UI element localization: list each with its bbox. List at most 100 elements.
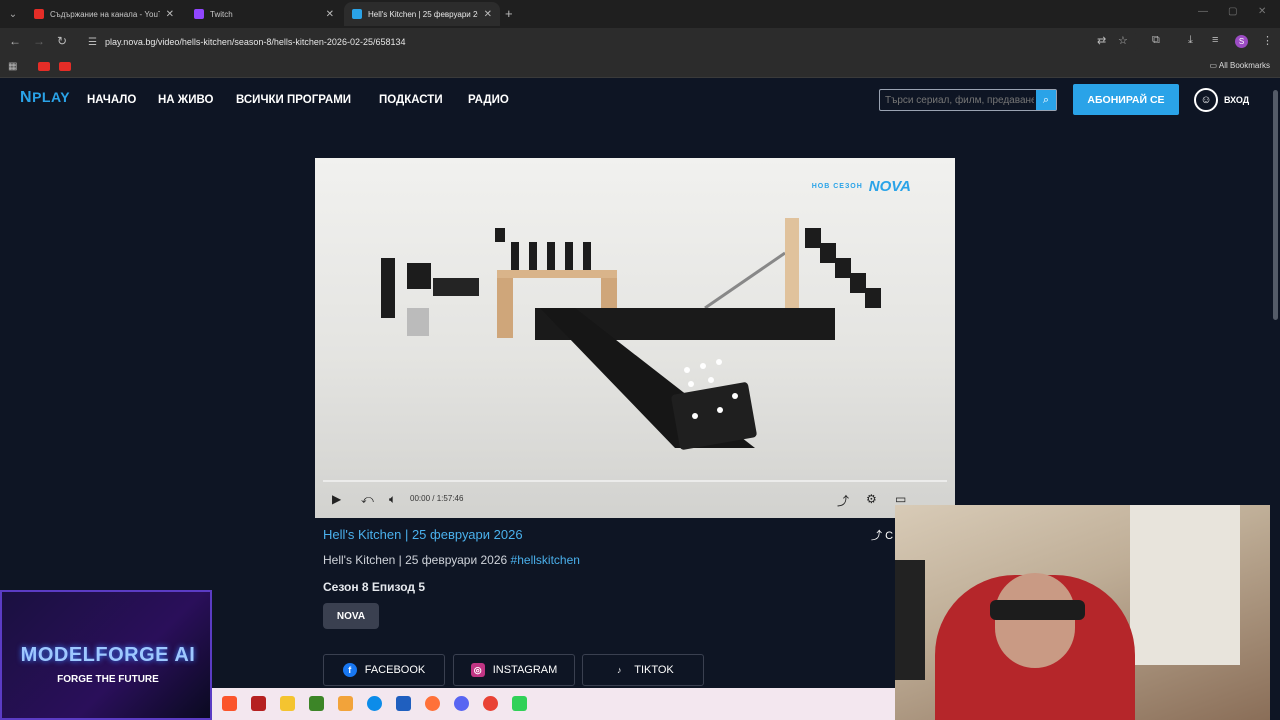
nav-podcasts[interactable]: ПОДКАСТИ	[379, 94, 443, 106]
close-icon[interactable]: ✕	[166, 9, 174, 20]
tiktok-button[interactable]: ♪ TIKTOK	[582, 654, 704, 686]
progress-bar[interactable]	[323, 480, 947, 482]
address-bar-row: ← → ↻ ☰ play.nova.bg/video/hells-kitchen…	[0, 28, 1280, 56]
nav-home[interactable]: НАЧАЛО	[87, 94, 136, 106]
site-info-icon[interactable]: ☰	[88, 37, 97, 48]
more-menu-icon[interactable]: ⋮	[1262, 34, 1273, 47]
webcam-vr-headset	[990, 600, 1085, 620]
time-display: 00:00 / 1:57:46	[410, 494, 463, 503]
search-input[interactable]	[880, 90, 1036, 110]
channel-badge: НОВ СЕЗОН NOVA	[812, 178, 911, 195]
tiktok-icon: ♪	[616, 665, 622, 675]
youtube-icon	[34, 9, 44, 19]
tab-title: Съдържание на канала - YouTube	[50, 9, 160, 19]
site-header: NPLAY НАЧАЛО НА ЖИВО ВСИЧКИ ПРОГРАМИ ПОД…	[0, 80, 1270, 122]
tiktok-label: TIKTOK	[634, 664, 674, 676]
share-icon[interactable]: ⤴	[837, 492, 849, 509]
nav-all-programs[interactable]: ВСИЧКИ ПРОГРАМИ	[236, 94, 351, 106]
rewind-icon[interactable]: ⤺	[361, 492, 374, 507]
chrome-icon[interactable]	[483, 696, 498, 711]
translate-icon[interactable]: ⇄	[1097, 34, 1106, 47]
omnibox[interactable]: ☰ play.nova.bg/video/hells-kitchen/seaso…	[80, 32, 1140, 52]
file-explorer-icon[interactable]	[280, 696, 295, 711]
instagram-button[interactable]: ◎ INSTAGRAM	[453, 654, 575, 686]
maximize-icon[interactable]: ▢	[1228, 6, 1237, 17]
facebook-icon: f	[342, 663, 357, 677]
scrollbar-thumb[interactable]	[1273, 90, 1278, 320]
promo-title: MODELFORGE AI	[20, 644, 196, 666]
app-icon[interactable]	[338, 696, 353, 711]
tab-twitch[interactable]: Twitch ✕	[186, 2, 342, 26]
settings-gear-icon[interactable]: ⚙	[866, 492, 877, 506]
promo-subtitle: FORGE THE FUTURE	[57, 674, 159, 685]
episode-description: Hell's Kitchen | 25 февруари 2026 #hells…	[323, 553, 580, 567]
duration: 1:57:46	[436, 494, 464, 503]
season-episode: Сезон 8 Епизод 5	[323, 580, 426, 594]
extensions-icon[interactable]: ⧉	[1152, 34, 1160, 47]
new-season-label: НОВ СЕЗОН	[811, 183, 863, 190]
download-icon[interactable]: ⤓	[1188, 34, 1193, 47]
logo-text: PLAY	[32, 89, 71, 105]
time-separator: /	[432, 494, 435, 503]
apps-grid-icon[interactable]: ▦	[8, 61, 17, 72]
tab-hells-kitchen[interactable]: Hell's Kitchen | 25 февруари 2026 ✕	[344, 2, 500, 26]
close-icon[interactable]: ✕	[484, 9, 492, 20]
minecraft-icon[interactable]	[309, 696, 324, 711]
bookmark-star-icon[interactable]: ☆	[1118, 34, 1128, 47]
episode-title[interactable]: Hell's Kitchen | 25 февруари 2026	[323, 527, 523, 542]
nova-favicon-icon	[352, 9, 362, 19]
play-icon[interactable]: ▶	[332, 492, 341, 506]
webcam-overlay	[895, 505, 1270, 720]
nav-radio[interactable]: РАДИО	[468, 94, 509, 106]
close-icon[interactable]: ✕	[326, 9, 334, 20]
nova-brand: NOVA	[868, 178, 911, 195]
page-scrollbar[interactable]	[1271, 80, 1280, 720]
forward-icon[interactable]: →	[33, 34, 45, 48]
share-label: С	[885, 530, 894, 542]
instagram-label: INSTAGRAM	[492, 664, 558, 676]
all-bookmarks[interactable]: ▭ All Bookmarks	[1210, 61, 1270, 70]
discord-icon[interactable]	[454, 696, 469, 711]
edge-icon[interactable]	[367, 696, 382, 711]
video-player[interactable]: НОВ СЕЗОН NOVA ▶ ⤺ 🔈︎ 00:00 / 1:57:46 ⤴ …	[315, 158, 955, 518]
youtube-bookmark-icon[interactable]	[59, 62, 71, 71]
search-icon[interactable]: ⌕	[1036, 90, 1056, 110]
profile-avatar[interactable]: S	[1235, 35, 1248, 48]
store-icon[interactable]	[396, 696, 411, 711]
nova-play-logo[interactable]: NPLAY	[20, 89, 70, 107]
new-tab-icon[interactable]: +	[505, 6, 513, 21]
all-bookmarks-label: All Bookmarks	[1218, 61, 1270, 70]
facebook-button[interactable]: f FACEBOOK	[323, 654, 445, 686]
video-frame-dominoes	[381, 218, 881, 450]
url-text[interactable]: play.nova.bg/video/hells-kitchen/season-…	[105, 37, 406, 47]
brave-icon[interactable]	[222, 696, 237, 711]
browser-tab-bar: ⌄ Съдържание на канала - YouTube ✕ Twitc…	[0, 0, 1280, 28]
minimize-icon[interactable]: —	[1198, 6, 1208, 17]
subscribe-button[interactable]: АБОНИРАЙ СЕ	[1073, 84, 1179, 115]
promo-overlay: MODELFORGE AI FORGE THE FUTURE	[0, 590, 212, 720]
media-control-icon[interactable]: ≡	[1212, 34, 1218, 46]
volume-icon[interactable]: 🔈︎	[389, 492, 396, 507]
twitch-icon	[194, 9, 204, 19]
player-controls: ▶ ⤺ 🔈︎ 00:00 / 1:57:46 ⤴ ⚙ ▭	[315, 480, 955, 518]
reload-icon[interactable]: ↻	[57, 34, 67, 48]
app-green-icon[interactable]	[512, 696, 527, 711]
webcam-person-head	[995, 573, 1075, 668]
current-time: 00:00	[410, 494, 431, 503]
tab-search-icon[interactable]: ⌄	[4, 5, 22, 23]
login-link[interactable]: ВХОД	[1224, 95, 1249, 105]
voicemeeter-icon[interactable]	[251, 696, 266, 711]
channel-chip[interactable]: NOVA	[323, 603, 379, 629]
nav-live[interactable]: НА ЖИВО	[158, 94, 213, 106]
youtube-bookmark-icon[interactable]	[38, 62, 50, 71]
share-button[interactable]: ⤴ С	[871, 527, 893, 543]
pip-icon[interactable]: ▭	[895, 492, 906, 506]
logo-mark: N	[20, 89, 33, 106]
hashtag-link[interactable]: #hellskitchen	[511, 553, 580, 567]
tab-youtube[interactable]: Съдържание на канала - YouTube ✕	[26, 2, 182, 26]
facebook-label: FACEBOOK	[364, 664, 426, 676]
firefox-icon[interactable]	[425, 696, 440, 711]
back-icon[interactable]: ←	[9, 34, 21, 48]
user-icon[interactable]: ☺	[1194, 88, 1218, 112]
window-close-icon[interactable]: ✕	[1258, 6, 1266, 17]
